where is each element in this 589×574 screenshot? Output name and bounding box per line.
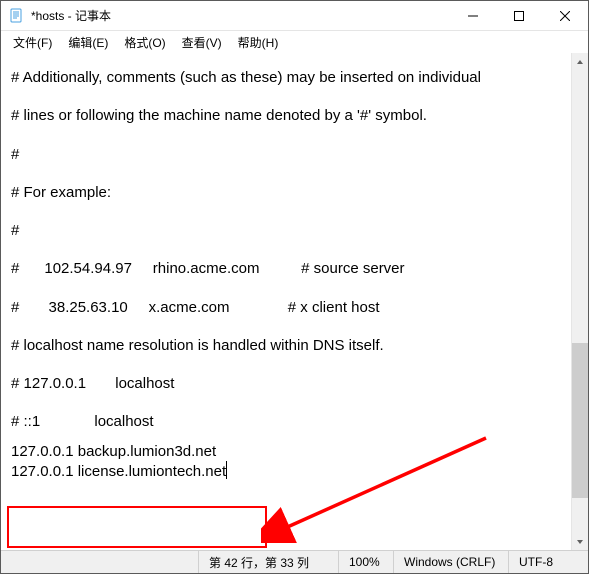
menu-help[interactable]: 帮助(H) <box>230 32 287 53</box>
text-line: 127.0.0.1 backup.lumion3d.net <box>11 443 216 460</box>
close-button[interactable] <box>542 1 588 30</box>
text-caret <box>226 461 227 479</box>
maximize-button[interactable] <box>496 1 542 30</box>
text-line: # <box>11 146 19 163</box>
status-zoom: 100% <box>338 551 393 573</box>
menu-view[interactable]: 查看(V) <box>174 32 230 53</box>
menubar: 文件(F) 编辑(E) 格式(O) 查看(V) 帮助(H) <box>1 31 588 53</box>
status-position: 第 42 行，第 33 列 <box>198 551 338 573</box>
window-title: *hosts - 记事本 <box>31 7 450 24</box>
status-eol: Windows (CRLF) <box>393 551 508 573</box>
menu-file[interactable]: 文件(F) <box>5 32 60 53</box>
text-editor[interactable]: # Additionally, comments (such as these)… <box>1 53 571 550</box>
notepad-window: *hosts - 记事本 文件(F) 编辑(E) 格式(O) 查看(V) 帮助(… <box>0 0 589 574</box>
titlebar[interactable]: *hosts - 记事本 <box>1 1 588 31</box>
text-line: # 127.0.0.1 localhost <box>11 375 174 392</box>
text-line: # <box>11 222 19 239</box>
text-line: # ::1 localhost <box>11 413 154 430</box>
content-area: # Additionally, comments (such as these)… <box>1 53 588 550</box>
app-icon <box>9 8 25 24</box>
minimize-button[interactable] <box>450 1 496 30</box>
vertical-scrollbar[interactable] <box>571 53 588 550</box>
text-line: # localhost name resolution is handled w… <box>11 337 384 354</box>
statusbar: 第 42 行，第 33 列 100% Windows (CRLF) UTF-8 <box>1 550 588 573</box>
window-controls <box>450 1 588 30</box>
text-line: 127.0.0.1 license.lumiontech.net <box>11 463 226 480</box>
menu-edit[interactable]: 编辑(E) <box>60 32 116 53</box>
scroll-down-button[interactable] <box>572 533 588 550</box>
status-encoding: UTF-8 <box>508 551 588 573</box>
scroll-up-button[interactable] <box>572 53 588 70</box>
text-line: # For example: <box>11 184 111 201</box>
text-line: # 102.54.94.97 rhino.acme.com # source s… <box>11 260 405 277</box>
text-line: # lines or following the machine name de… <box>11 107 427 124</box>
text-line: # Additionally, comments (such as these)… <box>11 69 481 86</box>
menu-format[interactable]: 格式(O) <box>116 32 173 53</box>
text-line: # 38.25.63.10 x.acme.com # x client host <box>11 299 380 316</box>
scroll-thumb[interactable] <box>572 343 588 498</box>
